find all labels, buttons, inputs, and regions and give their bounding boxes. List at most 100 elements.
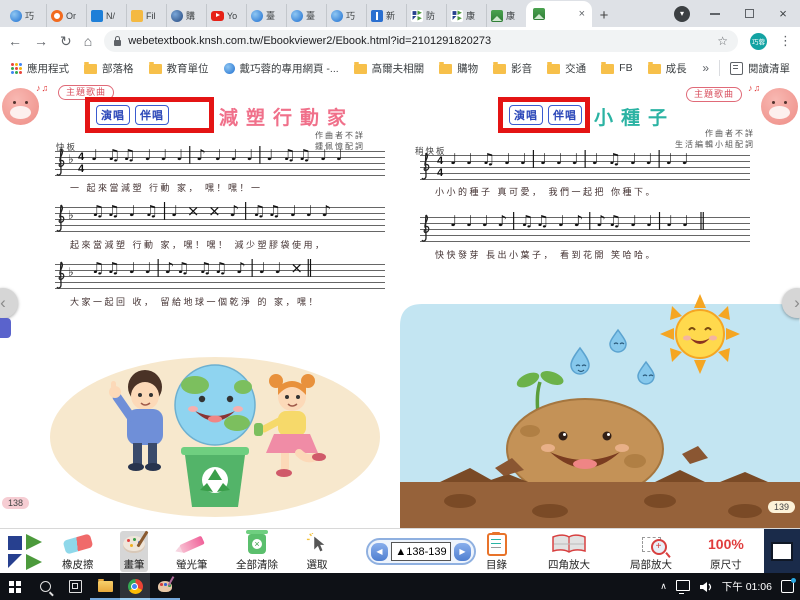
bookmark-folder[interactable]: 成長 xyxy=(648,61,687,76)
browser-tab[interactable]: Or xyxy=(46,4,86,27)
tool-label: 橡皮擦 xyxy=(62,557,94,572)
browser-tab-active[interactable]: × xyxy=(526,1,592,27)
tab-search-button[interactable]: ▾ xyxy=(674,6,690,22)
new-tab-button[interactable]: + xyxy=(592,4,616,27)
bookmark-folder[interactable]: 教育單位 xyxy=(149,61,209,76)
toc-icon xyxy=(487,532,507,556)
globe-favicon xyxy=(291,10,303,22)
browser-tab[interactable]: 防 xyxy=(406,4,446,27)
cursor-icon xyxy=(306,532,328,556)
paint-taskbar-button[interactable] xyxy=(150,573,180,600)
reading-list-button[interactable]: 閱讀清單 xyxy=(730,61,790,76)
page-range-input[interactable] xyxy=(391,542,451,561)
bookmark-link[interactable]: 戴巧蓉的專用網頁 -... xyxy=(224,61,339,76)
browser-tab[interactable]: 巧 xyxy=(6,4,46,27)
folder-icon xyxy=(439,64,452,74)
browser-tab[interactable]: 巧 xyxy=(326,4,366,27)
tool-label: 畫筆 xyxy=(124,557,145,572)
start-button[interactable] xyxy=(0,573,30,600)
close-button[interactable]: × xyxy=(766,0,800,27)
profile-avatar[interactable]: 巧蓉 xyxy=(750,33,767,50)
bookmark-folder[interactable]: 交通 xyxy=(547,61,586,76)
treble-clef-icon xyxy=(420,214,432,246)
origin-favicon xyxy=(51,10,63,22)
task-view-button[interactable] xyxy=(60,573,90,600)
browser-tab[interactable]: 臺 xyxy=(286,4,326,27)
bookmark-folder[interactable]: FB xyxy=(601,62,632,74)
karaoke-button[interactable]: 伴唱 xyxy=(135,105,169,125)
bookmark-folder[interactable]: 部落格 xyxy=(84,61,134,76)
task-view-icon xyxy=(69,580,82,593)
time-signature: 44 xyxy=(436,155,444,179)
browser-tab[interactable]: 臺 xyxy=(246,4,286,27)
file-explorer-button[interactable] xyxy=(90,573,120,600)
action-center-icon[interactable] xyxy=(781,580,794,593)
browser-tab[interactable]: N/ xyxy=(86,4,126,27)
forward-button[interactable]: → xyxy=(34,34,48,48)
side-panel-handle[interactable] xyxy=(0,318,11,338)
bookmark-label: 戴巧蓉的專用網頁 -... xyxy=(240,61,339,76)
bookmarks-right: » 閱讀清單 xyxy=(702,60,790,76)
sing-button[interactable]: 演唱 xyxy=(96,105,130,125)
bookmark-apps[interactable]: 應用程式 xyxy=(10,61,69,76)
clock[interactable]: 下午 01:06 xyxy=(722,579,772,594)
fullscreen-button[interactable] xyxy=(771,542,793,561)
previous-pages-button[interactable]: ◀ xyxy=(371,543,388,561)
browser-tab[interactable]: Yo xyxy=(206,4,246,27)
previous-page-arrow[interactable]: ‹ xyxy=(0,288,18,318)
four-corner-zoom-button[interactable]: 四角放大 xyxy=(548,531,590,572)
browser-tab[interactable]: 新 xyxy=(366,4,406,27)
tool-label: 選取 xyxy=(307,557,328,572)
knsh-logo xyxy=(6,532,46,572)
brush-tool[interactable]: 畫筆 xyxy=(120,531,148,572)
staff-notes: ♩ ♩ ♫ ♩ ♩│♩ ♩ ♩│♩ ♫ ♩ ♩│♩ ♩ xyxy=(450,150,746,168)
minimize-button[interactable] xyxy=(698,0,732,27)
address-bar[interactable]: webetextbook.knsh.com.tw/Ebookviewer2/Eb… xyxy=(104,30,738,52)
key-signature: ♭ xyxy=(68,265,74,279)
maximize-button[interactable] xyxy=(732,0,766,27)
bookmark-star-icon[interactable]: ☆ xyxy=(717,34,728,48)
bookmarks-overflow-icon[interactable]: » xyxy=(702,61,709,75)
karaoke-button[interactable]: 伴唱 xyxy=(548,105,582,125)
bookmark-folder[interactable]: 購物 xyxy=(439,61,478,76)
home-button[interactable]: ⌂ xyxy=(84,34,92,48)
ebook-toolbar: 橡皮擦 畫筆 螢光筆 全部清除 選取 ◀ ▶ 目錄 xyxy=(0,528,800,573)
back-button[interactable]: ← xyxy=(8,34,22,48)
browser-tab[interactable]: 購 xyxy=(166,4,206,27)
treble-clef-icon xyxy=(55,261,67,293)
trash-icon xyxy=(248,532,266,556)
seed-sprout-illustration xyxy=(400,286,800,528)
eraser-tool[interactable]: 橡皮擦 xyxy=(62,531,94,572)
sing-button[interactable]: 演唱 xyxy=(509,105,543,125)
original-size-button[interactable]: 100% 原尺寸 xyxy=(708,531,744,572)
select-tool[interactable]: 選取 xyxy=(306,531,328,572)
toc-button[interactable]: 目錄 xyxy=(486,531,507,572)
highlighter-tool[interactable]: 螢光筆 xyxy=(176,531,208,572)
music-staff: ♭ ♫♫ ♩ ♫│♩ × × ♪│♫♫ ♩ ♩ ♪ xyxy=(55,207,385,232)
chrome-taskbar-button[interactable] xyxy=(120,573,150,600)
bookmark-folder[interactable]: 高爾夫相關 xyxy=(354,61,425,76)
chrome-menu-icon[interactable]: ⋮ xyxy=(779,33,792,49)
tab-close-icon[interactable]: × xyxy=(579,9,585,20)
music-staff: ♭ 44 ♩ ♫♫ ♩ ♩ ♩│♪ ♩ ♩ ♩│♩ ♫♫ ♩ ♩ xyxy=(55,151,385,176)
network-icon[interactable] xyxy=(676,580,690,591)
globe-favicon xyxy=(171,10,183,22)
tab-title: 購 xyxy=(186,9,195,22)
browser-tab[interactable]: 康 xyxy=(486,4,526,27)
url-text[interactable]: webetextbook.knsh.com.tw/Ebookviewer2/Eb… xyxy=(128,35,491,47)
bookmarks-bar: 應用程式 部落格 教育單位 戴巧蓉的專用網頁 -... 高爾夫相關 購物 影音 … xyxy=(0,55,800,81)
next-pages-button[interactable]: ▶ xyxy=(454,543,471,561)
music-notes-decoration: ♪♫ xyxy=(748,83,761,93)
tab-title: 臺 xyxy=(306,9,315,22)
reload-button[interactable]: ↻ xyxy=(60,34,72,48)
partial-zoom-button[interactable]: 局部放大 xyxy=(630,531,672,572)
browser-tab[interactable]: Fil xyxy=(126,4,166,27)
taskbar-search-button[interactable] xyxy=(30,573,60,600)
browser-tab[interactable]: 康 xyxy=(446,4,486,27)
clear-all-tool[interactable]: 全部清除 xyxy=(236,531,278,572)
hidden-icons-chevron[interactable]: ∧ xyxy=(660,581,667,592)
bookmark-label: 購物 xyxy=(457,61,478,76)
folder-icon xyxy=(149,64,162,74)
bookmark-folder[interactable]: 影音 xyxy=(493,61,532,76)
volume-icon[interactable] xyxy=(699,581,713,593)
